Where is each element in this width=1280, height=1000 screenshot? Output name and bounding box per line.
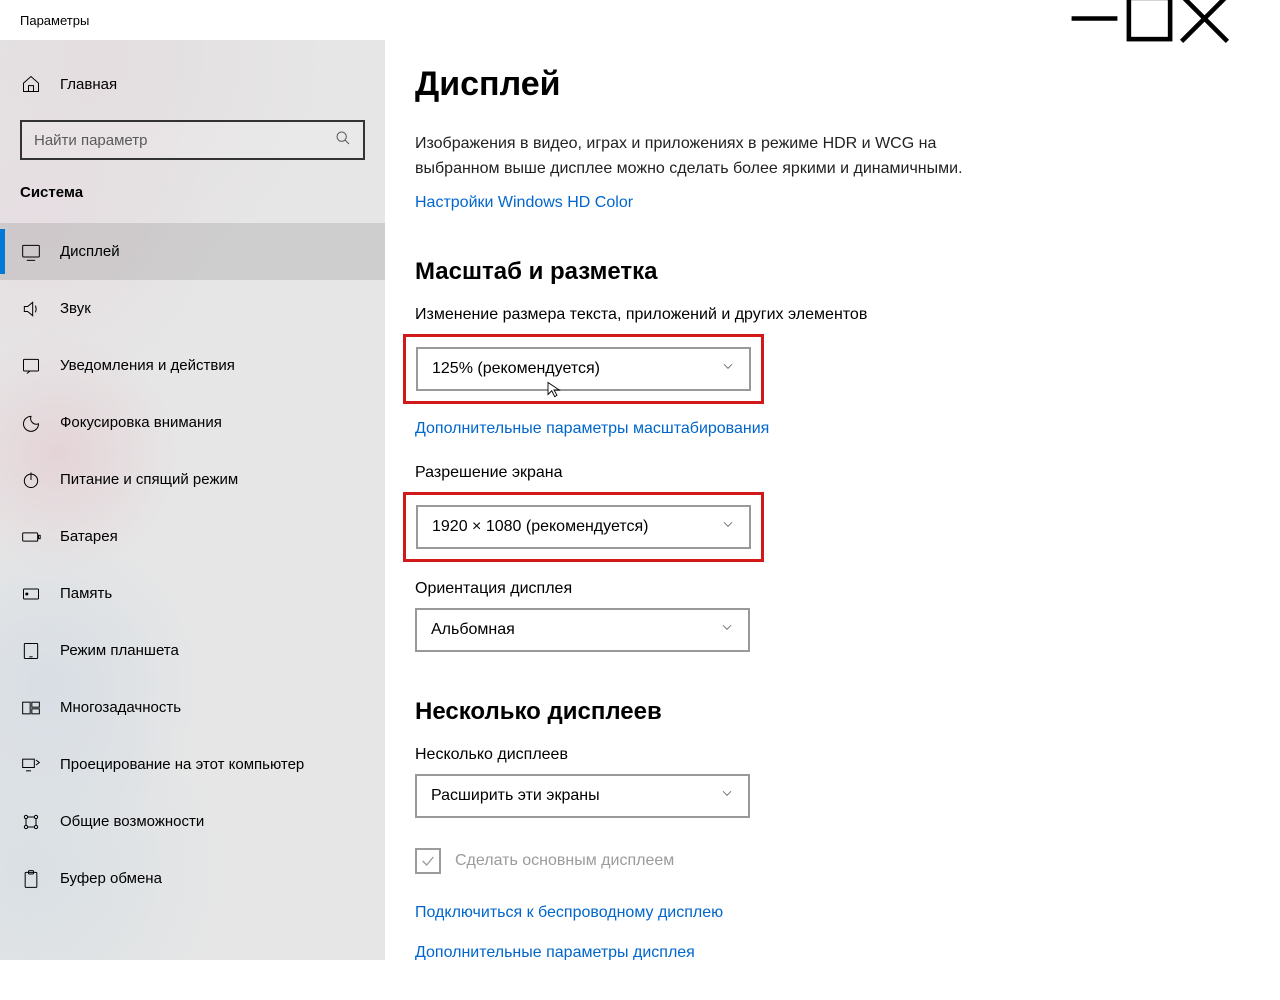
notifications-icon (20, 355, 42, 377)
sidebar-item-sound[interactable]: Звук (0, 280, 385, 337)
sidebar-item-clipboard[interactable]: Буфер обмена (0, 850, 385, 907)
chevron-down-icon (720, 620, 734, 639)
sidebar-item-label: Дисплей (60, 243, 120, 260)
window-title: Параметры (20, 13, 89, 28)
scale-label: Изменение размера текста, приложений и д… (415, 306, 1202, 324)
resolution-value: 1920 × 1080 (рекомендуется) (432, 518, 648, 536)
sidebar-item-label: Батарея (60, 528, 118, 545)
search-icon (335, 130, 351, 150)
scale-dropdown[interactable]: 125% (рекомендуется) (416, 347, 751, 391)
highlight-resolution: 1920 × 1080 (рекомендуется) (403, 492, 764, 562)
advanced-display-link[interactable]: Дополнительные параметры дисплея (415, 944, 1202, 960)
chevron-down-icon (721, 517, 735, 536)
close-button[interactable] (1177, 0, 1232, 36)
resolution-label: Разрешение экрана (415, 464, 1202, 482)
resolution-dropdown[interactable]: 1920 × 1080 (рекомендуется) (416, 505, 751, 549)
project-icon (20, 754, 42, 776)
sidebar-item-multitask[interactable]: Многозадачность (0, 679, 385, 736)
multi-value: Расширить эти экраны (431, 787, 600, 805)
sidebar-item-label: Фокусировка внимания (60, 414, 222, 431)
sidebar-item-tablet[interactable]: Режим планшета (0, 622, 385, 679)
sidebar-item-notifications[interactable]: Уведомления и действия (0, 337, 385, 394)
sound-icon (20, 298, 42, 320)
orientation-dropdown[interactable]: Альбомная (415, 608, 750, 652)
sidebar-item-label: Проецирование на этот компьютер (60, 756, 304, 773)
sidebar-item-power[interactable]: Питание и спящий режим (0, 451, 385, 508)
power-icon (20, 469, 42, 491)
sidebar-item-display[interactable]: Дисплей (0, 223, 385, 280)
focus-icon (20, 412, 42, 434)
shared-icon (20, 811, 42, 833)
sidebar-item-label: Общие возможности (60, 813, 204, 830)
multi-heading: Несколько дисплеев (415, 698, 1202, 726)
multi-dropdown[interactable]: Расширить эти экраны (415, 774, 750, 818)
battery-icon (20, 526, 42, 548)
maximize-button[interactable] (1122, 0, 1177, 36)
primary-display-checkbox: Сделать основным дисплеем (415, 848, 1202, 874)
sidebar-item-focus[interactable]: Фокусировка внимания (0, 394, 385, 451)
primary-display-label: Сделать основным дисплеем (455, 852, 674, 870)
storage-icon (20, 583, 42, 605)
scale-heading: Масштаб и разметка (415, 258, 1202, 286)
display-icon (20, 241, 42, 263)
sidebar-home[interactable]: Главная (20, 60, 365, 108)
tablet-icon (20, 640, 42, 662)
sidebar-item-project[interactable]: Проецирование на этот компьютер (0, 736, 385, 793)
window-controls (1067, 0, 1232, 36)
sidebar-item-label: Звук (60, 300, 91, 317)
multi-label: Несколько дисплеев (415, 746, 1202, 764)
multitask-icon (20, 697, 42, 719)
wireless-display-link[interactable]: Подключиться к беспроводному дисплею (415, 904, 1202, 922)
sidebar-item-storage[interactable]: Память (0, 565, 385, 622)
sidebar-item-label: Память (60, 585, 112, 602)
search-placeholder: Найти параметр (34, 132, 335, 149)
orientation-value: Альбомная (431, 621, 515, 639)
hdr-settings-link[interactable]: Настройки Windows HD Color (415, 194, 633, 212)
chevron-down-icon (720, 786, 734, 805)
advanced-scaling-link[interactable]: Дополнительные параметры масштабирования (415, 420, 769, 438)
checkbox-icon (415, 848, 441, 874)
sidebar-item-shared[interactable]: Общие возможности (0, 793, 385, 850)
sidebar-item-label: Буфер обмена (60, 870, 162, 887)
sidebar-home-label: Главная (60, 76, 117, 93)
orientation-label: Ориентация дисплея (415, 580, 1202, 598)
sidebar-item-label: Многозадачность (60, 699, 181, 716)
highlight-scale: 125% (рекомендуется) (403, 334, 764, 404)
clipboard-icon (20, 868, 42, 890)
page-title: Дисплей (415, 65, 1202, 104)
minimize-button[interactable] (1067, 0, 1122, 36)
search-input[interactable]: Найти параметр (20, 120, 365, 160)
sidebar-item-label: Режим планшета (60, 642, 179, 659)
content-area: Дисплей Изображения в видео, играх и при… (385, 40, 1232, 960)
home-icon (20, 73, 42, 95)
sidebar-item-label: Питание и спящий режим (60, 471, 238, 488)
sidebar-section-title: Система (0, 160, 385, 211)
sidebar-item-battery[interactable]: Батарея (0, 508, 385, 565)
scale-value: 125% (рекомендуется) (432, 360, 600, 378)
sidebar-item-label: Уведомления и действия (60, 357, 235, 374)
chevron-down-icon (721, 359, 735, 378)
hdr-description: Изображения в видео, играх и приложениях… (415, 132, 975, 182)
sidebar-nav: Дисплей Звук Уведомления и действия (0, 223, 385, 907)
sidebar: Главная Найти параметр Система Дисплей (0, 40, 385, 960)
titlebar: Параметры (0, 0, 1232, 40)
